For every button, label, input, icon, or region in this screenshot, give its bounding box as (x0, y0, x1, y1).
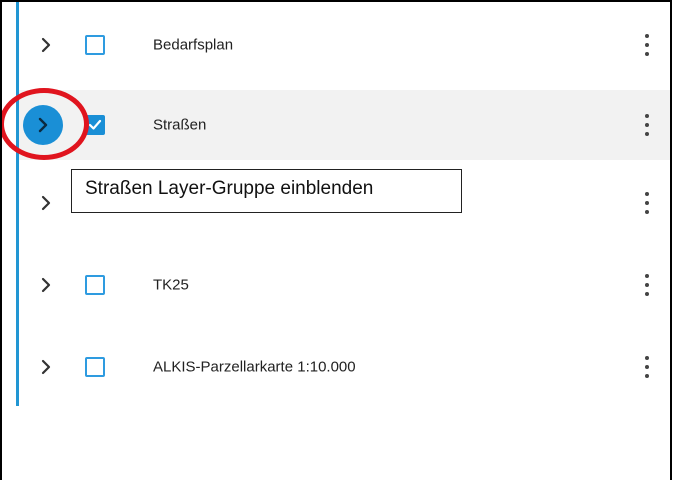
chevron-right-icon[interactable] (37, 36, 55, 54)
more-vertical-icon[interactable] (639, 354, 655, 380)
chevron-right-icon[interactable] (37, 358, 55, 376)
layer-label: Straßen (153, 116, 207, 134)
layer-row-bedarfsplan[interactable]: Bedarfsplan (19, 10, 670, 80)
chevron-right-icon[interactable] (37, 194, 55, 212)
layer-row-strassen[interactable]: Straßen (19, 90, 670, 160)
layer-row-alkis[interactable]: ALKIS-Parzellarkarte 1:10.000 (19, 332, 670, 402)
layer-label: TK25 (153, 276, 189, 294)
expand-tooltip: Straßen Layer-Gruppe einblenden (71, 169, 462, 213)
more-vertical-icon[interactable] (639, 272, 655, 298)
layer-row-tk25[interactable]: TK25 (19, 250, 670, 320)
layer-checkbox[interactable] (85, 357, 105, 377)
more-vertical-icon[interactable] (639, 32, 655, 58)
layer-label: ALKIS-Parzellarkarte 1:10.000 (153, 358, 356, 376)
more-vertical-icon[interactable] (639, 112, 655, 138)
layer-checkbox[interactable] (85, 275, 105, 295)
chevron-right-icon[interactable] (37, 276, 55, 294)
layer-tree-panel: Bedarfsplan Straßen TK25 ALKIS-Parzellar… (0, 0, 672, 480)
layer-checkbox[interactable] (85, 35, 105, 55)
layer-label: Bedarfsplan (153, 36, 234, 54)
more-vertical-icon[interactable] (639, 190, 655, 216)
highlight-circle (2, 88, 89, 160)
